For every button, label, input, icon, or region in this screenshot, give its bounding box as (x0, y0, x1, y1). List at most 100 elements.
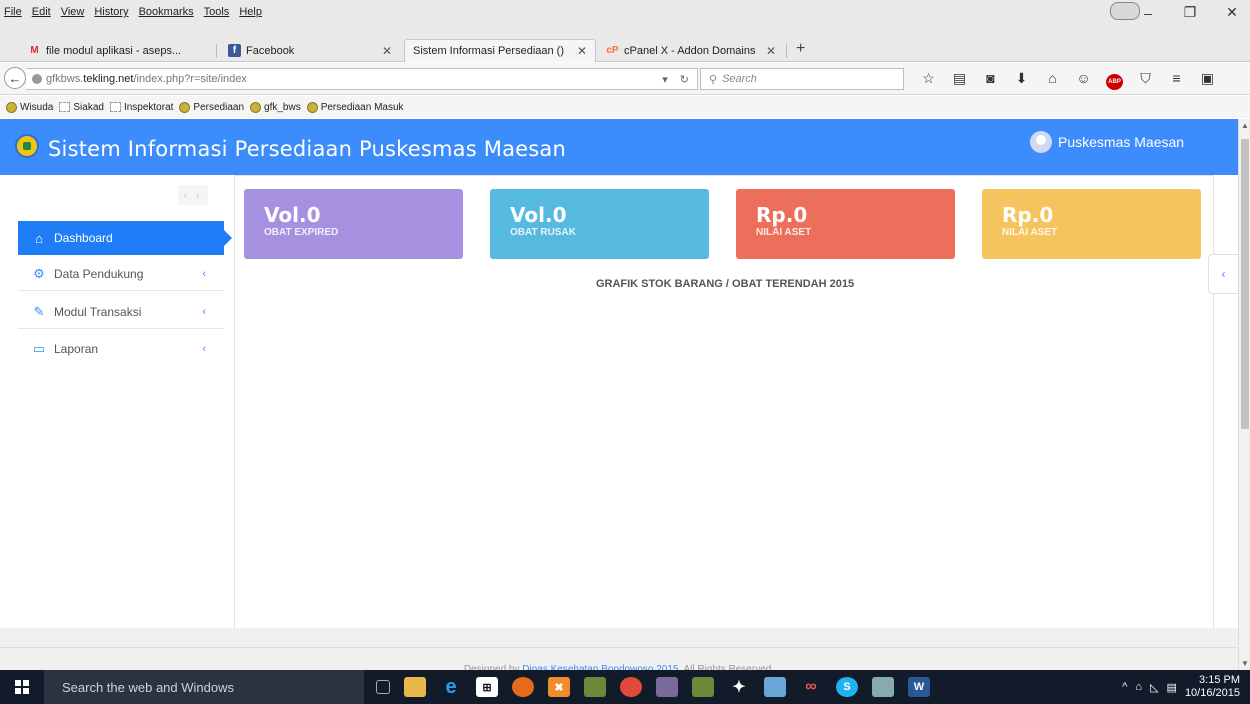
right-panel-toggle[interactable]: ‹ (1208, 254, 1238, 294)
reading-list-icon[interactable]: ▤ (951, 70, 968, 90)
store-icon[interactable]: ⊞ (476, 677, 498, 697)
skype-icon[interactable]: S (836, 677, 858, 697)
tab-separator (216, 44, 217, 58)
adblock-icon[interactable]: ABP (1106, 70, 1123, 90)
menu-icon[interactable]: ≡ (1168, 70, 1185, 90)
home-icon[interactable]: ⌂ (1044, 70, 1061, 90)
new-tab-button[interactable]: + (796, 40, 805, 58)
close-tab-icon[interactable]: ✕ (766, 44, 776, 58)
sidebar-item-label: Data Pendukung (54, 266, 144, 281)
back-button[interactable]: ← (4, 67, 26, 89)
card-obat-rusak: Vol.0 OBAT RUSAK (490, 189, 709, 259)
menu-tools[interactable]: Tools (204, 6, 230, 18)
menu-help[interactable]: Help (239, 6, 262, 18)
page-title[interactable]: Sistem Informasi Persediaan Puskesmas Ma… (48, 137, 566, 161)
edge-icon[interactable]: e (440, 676, 462, 698)
minimize-icon[interactable]: – (1138, 5, 1158, 21)
bookmark-inspektorat[interactable]: Inspektorat (109, 102, 173, 113)
url-path: /index.php?r=site/index (133, 73, 247, 85)
tab-sistem-informasi[interactable]: Sistem Informasi Persediaan () ✕ (404, 39, 596, 62)
app-icon[interactable] (872, 677, 894, 697)
chart-title: GRAFIK STOK BARANG / OBAT TERENDAH 2015 (595, 278, 855, 290)
windows-logo-icon (15, 680, 29, 694)
bookmark-persediaan-masuk[interactable]: Persediaan Masuk (306, 101, 404, 113)
shield-icon[interactable]: ⛉ (1137, 70, 1154, 90)
card-label: OBAT EXPIRED (264, 227, 339, 238)
card-label: NILAI ASET (1002, 227, 1058, 238)
browser-menubar: File Edit View History Bookmarks Tools H… (0, 0, 1250, 36)
xampp-icon[interactable]: ✖ (548, 677, 570, 697)
card-value: Vol.0 (510, 203, 567, 227)
close-window-icon[interactable]: ✕ (1222, 4, 1242, 21)
notification-icon[interactable]: ▤ (1167, 681, 1177, 694)
bookmark-label: gfk_bws (264, 101, 301, 113)
app-icon[interactable] (764, 677, 786, 697)
card-nilai-aset-2: Rp.0 NILAI ASET (982, 189, 1201, 259)
card-value: Rp.0 (1002, 203, 1054, 227)
close-tab-icon[interactable]: ✕ (577, 44, 587, 58)
task-view-icon[interactable] (376, 680, 390, 694)
menu-bookmarks[interactable]: Bookmarks (139, 6, 194, 18)
menu-file[interactable]: File (4, 6, 22, 18)
sidebar-collapse-button[interactable]: ‹ › (178, 185, 208, 205)
menu-edit[interactable]: Edit (32, 6, 51, 18)
tab-strip: M file modul aplikasi - aseps... f Faceb… (0, 36, 1250, 62)
search-input[interactable]: ⚲ Search (700, 68, 904, 90)
menu-history[interactable]: History (94, 6, 128, 18)
bookmark-persediaan[interactable]: Persediaan (179, 101, 244, 113)
sidebar-icon[interactable]: ▣ (1199, 70, 1216, 90)
pocket-icon[interactable]: ◙ (982, 70, 999, 90)
app-icon[interactable]: ∞ (800, 677, 822, 697)
chevron-left-icon: ‹ (1221, 267, 1226, 281)
address-bar[interactable]: gfkbws. tekling.net/index.php?r=site/inde… (26, 68, 698, 90)
menu-view[interactable]: View (61, 6, 85, 18)
firefox-icon[interactable] (512, 677, 534, 697)
blank-page-icon (59, 102, 71, 112)
sidebar-item-data-pendukung[interactable]: ⚙ Data Pendukung ‹ (18, 257, 224, 291)
url-domain: tekling.net (83, 73, 134, 85)
close-tab-icon[interactable]: ✕ (382, 44, 392, 58)
back-arrow-icon: ← (8, 70, 22, 86)
clock[interactable]: 3:15 PM 10/16/2015 (1185, 674, 1240, 700)
bookmark-wisuda[interactable]: Wisuda (6, 101, 53, 113)
sidebar-item-laporan[interactable]: ▭ Laporan ‹ (18, 332, 224, 366)
bookmark-gfk-bws[interactable]: gfk_bws (250, 101, 301, 113)
chrome-icon[interactable] (620, 677, 642, 697)
start-button[interactable] (0, 670, 44, 704)
app-icon[interactable] (692, 677, 714, 697)
tray-expand-icon[interactable]: ^ (1122, 681, 1127, 693)
gear-icon: ⚙ (33, 265, 45, 281)
card-obat-expired: Vol.0 OBAT EXPIRED (244, 189, 463, 259)
app-icon[interactable] (584, 677, 606, 697)
app-icon[interactable] (656, 677, 678, 697)
volume-icon[interactable]: ◺ (1150, 681, 1158, 694)
app-icon[interactable]: ✦ (728, 677, 750, 697)
card-label: OBAT RUSAK (510, 227, 576, 238)
app-header: Sistem Informasi Persediaan Puskesmas Ma… (0, 119, 1238, 175)
download-icon[interactable]: ⬇ (1013, 70, 1030, 90)
clock-time: 3:15 PM (1199, 674, 1240, 686)
chat-icon[interactable]: ☺ (1075, 70, 1092, 90)
restore-icon[interactable]: ❐ (1180, 4, 1200, 21)
sidebar-item-modul-transaksi[interactable]: ✎ Modul Transaksi ‹ (18, 295, 224, 329)
tab-cpanel[interactable]: cP cPanel X - Addon Domains ✕ (598, 39, 784, 62)
sidebar-item-dashboard[interactable]: ⌂ Dashboard (18, 221, 232, 255)
scrollbar-thumb[interactable] (1241, 139, 1249, 429)
favicon-icon (250, 101, 262, 113)
network-icon[interactable]: ⌂ (1135, 681, 1142, 693)
scroll-down-icon[interactable]: ▼ (1241, 659, 1249, 668)
word-icon[interactable]: W (908, 677, 930, 697)
user-menu[interactable]: Puskesmas Maesan (1030, 131, 1184, 153)
window-controls: – ❐ ✕ (1138, 4, 1242, 21)
dropdown-icon[interactable]: ▾ (662, 73, 668, 86)
bookmark-star-icon[interactable]: ☆ (920, 70, 937, 90)
taskbar-search-placeholder: Search the web and Windows (62, 679, 234, 695)
scroll-up-icon[interactable]: ▲ (1241, 121, 1249, 130)
reload-icon[interactable]: ↻ (680, 73, 689, 86)
bookmark-siakad[interactable]: Siakad (59, 102, 104, 113)
file-explorer-icon[interactable] (404, 677, 426, 697)
site-info-icon[interactable] (32, 74, 42, 84)
taskbar-search[interactable]: Search the web and Windows (44, 670, 364, 704)
tab-facebook[interactable]: f Facebook ✕ (220, 39, 400, 62)
page-scrollbar[interactable]: ▲ ▼ (1238, 119, 1250, 670)
